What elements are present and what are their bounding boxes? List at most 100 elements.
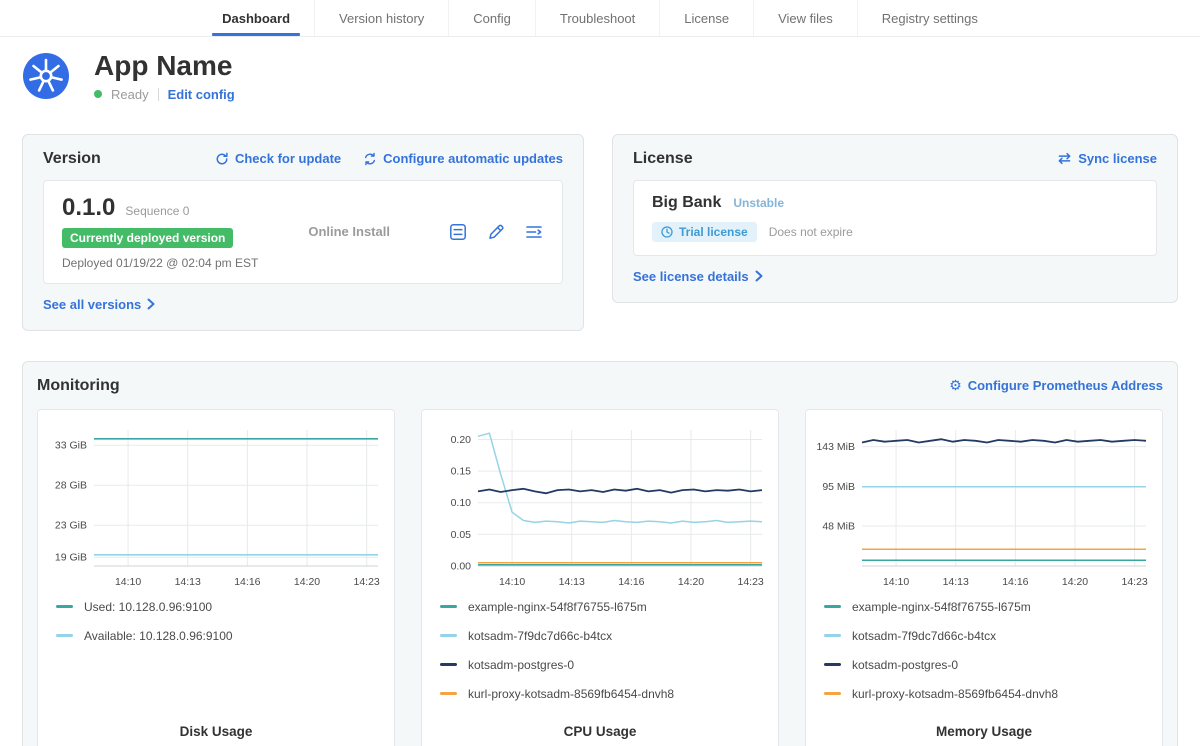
see-license-details-label: See license details [633,269,749,284]
version-card: Version Check for update [22,134,584,331]
cpu-usage-card: 0.000.050.100.150.2014:1014:1314:1614:20… [421,409,779,746]
svg-text:143 MiB: 143 MiB [816,441,855,453]
sequence-label: Sequence 0 [125,204,189,218]
chevron-right-icon [755,270,763,282]
disk-usage-card: 19 GiB23 GiB28 GiB33 GiB14:1014:1314:161… [37,409,395,746]
edit-yaml-icon[interactable] [486,222,506,242]
configure-automatic-updates-link[interactable]: Configure automatic updates [363,151,563,166]
monitoring-section: Monitoring ⚙ Configure Prometheus Addres… [22,361,1178,746]
chart-title: Disk Usage [46,716,386,739]
configure-prometheus-label: Configure Prometheus Address [968,378,1163,393]
top-nav: Dashboard Version history Config Trouble… [0,0,1200,37]
tab-troubleshoot[interactable]: Troubleshoot [535,0,659,36]
tab-dashboard[interactable]: Dashboard [198,0,314,36]
legend-item: Used: 10.128.0.96:9100 [56,600,376,614]
svg-text:14:16: 14:16 [1002,576,1028,588]
legend-label: kotsadm-postgres-0 [852,658,958,672]
legend-swatch [824,634,841,637]
legend-item: kotsadm-7f9dc7d66c-b4tcx [824,629,1144,643]
check-for-update-link[interactable]: Check for update [215,151,341,166]
edit-config-link[interactable]: Edit config [168,87,235,102]
cpu-usage-legend: example-nginx-54f8f76755-l675m kotsadm-7f… [430,600,770,716]
deployed-timestamp: Deployed 01/19/22 @ 02:04 pm EST [62,256,258,270]
legend-item: kotsadm-7f9dc7d66c-b4tcx [440,629,760,643]
page-title: App Name [94,51,235,82]
svg-text:0.05: 0.05 [451,529,472,541]
check-for-update-label: Check for update [235,151,341,166]
trial-license-label: Trial license [679,225,748,239]
configure-prometheus-link[interactable]: ⚙ Configure Prometheus Address [949,378,1163,393]
version-number: 0.1.0 [62,194,115,222]
tab-registry-settings[interactable]: Registry settings [857,0,1002,36]
sync-license-link[interactable]: Sync license [1057,151,1157,166]
legend-item: kotsadm-postgres-0 [440,658,760,672]
license-expiry-label: Does not expire [769,225,853,239]
tab-config[interactable]: Config [448,0,535,36]
svg-text:14:20: 14:20 [1062,576,1088,588]
svg-text:23 GiB: 23 GiB [55,519,87,531]
memory-usage-card: 48 MiB 95 MiB 143 MiB 14:10 14:13 14:16 14:20 1… [805,409,1163,746]
legend-swatch [440,692,457,695]
see-all-versions-link[interactable]: See all versions [43,297,155,312]
svg-text:19 GiB: 19 GiB [55,551,87,563]
svg-text:14:10: 14:10 [883,576,909,588]
svg-text:14:16: 14:16 [618,576,644,588]
svg-text:14:13: 14:13 [175,576,201,588]
legend-label: kurl-proxy-kotsadm-8569fb6454-dnvh8 [852,687,1058,701]
legend-label: kotsadm-7f9dc7d66c-b4tcx [468,629,612,643]
cpu-usage-chart: 0.000.050.100.150.2014:1014:1314:1614:20… [430,420,770,592]
sync-license-label: Sync license [1078,151,1157,166]
svg-text:14:10: 14:10 [115,576,141,588]
clock-icon [661,226,673,238]
monitoring-title: Monitoring [37,377,120,395]
disk-usage-legend: Used: 10.128.0.96:9100 Available: 10.128.… [46,600,386,658]
deploy-logs-icon[interactable] [524,222,544,242]
svg-text:48 MiB: 48 MiB [822,520,855,532]
configure-automatic-updates-label: Configure automatic updates [383,151,563,166]
legend-item: kurl-proxy-kotsadm-8569fb6454-dnvh8 [824,687,1144,701]
legend-label: Used: 10.128.0.96:9100 [84,600,212,614]
chart-title: Memory Usage [814,716,1154,739]
legend-swatch [440,663,457,666]
status-label: Ready [111,87,149,102]
sync-icon [1057,152,1072,165]
svg-text:14:23: 14:23 [1121,576,1147,588]
legend-label: example-nginx-54f8f76755-l675m [852,600,1031,614]
gear-icon: ⚙ [949,379,962,393]
svg-text:14:13: 14:13 [943,576,969,588]
svg-text:28 GiB: 28 GiB [55,479,87,491]
svg-text:95 MiB: 95 MiB [822,481,855,493]
svg-text:0.10: 0.10 [451,497,472,509]
see-all-versions-label: See all versions [43,297,141,312]
tab-license[interactable]: License [659,0,753,36]
legend-swatch [824,605,841,608]
release-notes-icon[interactable] [448,222,468,242]
legend-label: example-nginx-54f8f76755-l675m [468,600,647,614]
legend-item: Available: 10.128.0.96:9100 [56,629,376,643]
license-channel-label: Unstable [733,196,784,210]
legend-label: kurl-proxy-kotsadm-8569fb6454-dnvh8 [468,687,674,701]
svg-text:14:23: 14:23 [353,576,379,588]
legend-swatch [440,605,457,608]
chart-title: CPU Usage [430,716,770,739]
license-card: License Sync license Big Bank Unstable [612,134,1178,303]
install-type-label: Online Install [308,224,390,239]
legend-swatch [824,663,841,666]
memory-usage-legend: example-nginx-54f8f76755-l675m kotsadm-7f… [814,600,1154,716]
license-card-title: License [633,150,693,168]
tab-view-files[interactable]: View files [753,0,857,36]
legend-label: kotsadm-postgres-0 [468,658,574,672]
see-license-details-link[interactable]: See license details [633,269,763,284]
kubernetes-logo-icon [22,52,70,100]
auto-update-icon [363,152,377,166]
legend-item: example-nginx-54f8f76755-l675m [440,600,760,614]
deployed-badge: Currently deployed version [62,228,233,248]
tab-version-history[interactable]: Version history [314,0,448,36]
disk-usage-chart: 19 GiB23 GiB28 GiB33 GiB14:1014:1314:161… [46,420,386,592]
status-dot [94,90,102,98]
legend-swatch [56,605,73,608]
svg-text:14:23: 14:23 [737,576,763,588]
refresh-icon [215,152,229,166]
chevron-right-icon [147,298,155,310]
legend-item: example-nginx-54f8f76755-l675m [824,600,1144,614]
